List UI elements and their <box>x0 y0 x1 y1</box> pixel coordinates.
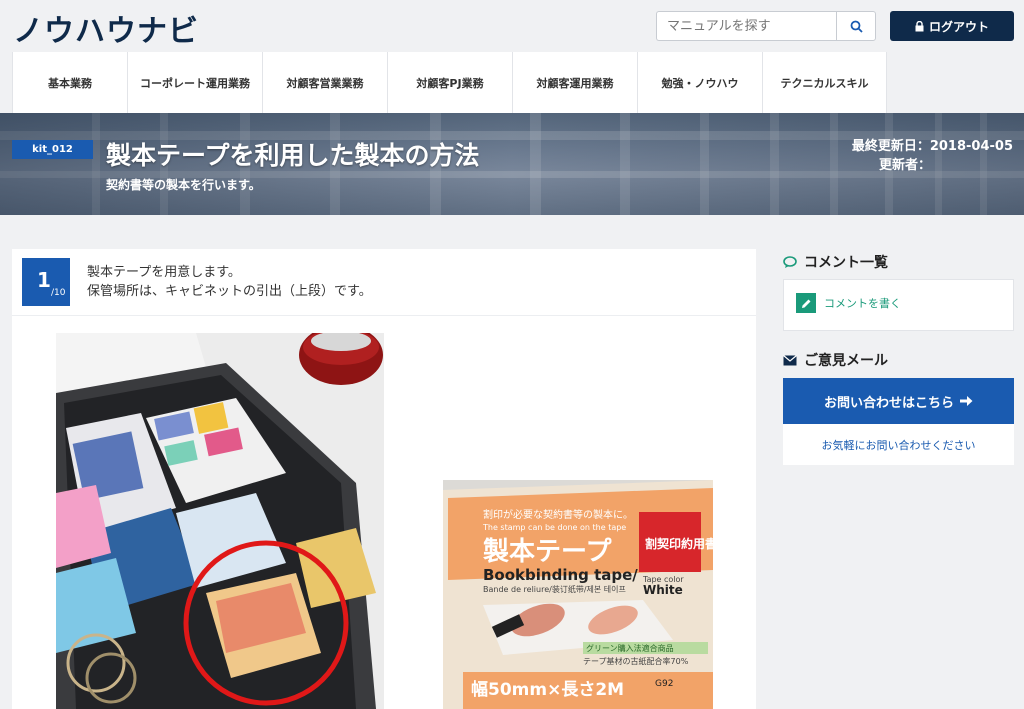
search-button[interactable] <box>836 11 876 41</box>
search-bar <box>656 11 876 41</box>
nav-item-study[interactable]: 勉強・ノウハウ <box>637 52 762 113</box>
step-number-badge: 1 /10 <box>22 258 70 306</box>
arrow-right-icon <box>960 396 973 406</box>
search-input[interactable] <box>656 11 836 41</box>
step-description: 製本テープを用意します。 保管場所は、キャビネットの引出（上段）です。 <box>87 263 372 301</box>
nav-item-sales[interactable]: 対顧客営業業務 <box>262 52 387 113</box>
tape-slogan: 割印が必要な契約書等の製本に。 <box>483 508 633 521</box>
nav-item-operation[interactable]: 対顧客運用業務 <box>512 52 637 113</box>
step-number: 1 <box>37 268 51 292</box>
nav-item-corporate[interactable]: コーポレート運用業務 <box>127 52 262 113</box>
tape-side-label: 割契印約用書 <box>645 536 713 551</box>
tape-english: Bookbinding tape/ <box>483 566 638 584</box>
step-header: 1 /10 製本テープを用意します。 保管場所は、キャビネットの引出（上段）です… <box>12 249 756 316</box>
search-icon <box>850 20 863 33</box>
write-comment-link[interactable]: コメントを書く <box>796 293 901 313</box>
updater: 更新者： <box>878 158 931 173</box>
comment-panel: コメントを書く <box>783 279 1014 331</box>
tape-size: 幅50mm×長さ2M <box>471 679 624 700</box>
pencil-icon <box>796 293 816 313</box>
tape-color-value: White <box>643 583 683 597</box>
logout-label: ログアウト <box>928 19 989 34</box>
drawer-photo[interactable] <box>56 333 384 709</box>
update-info: 最終更新日：2018-04-05 更新者： <box>852 137 1013 175</box>
tape-green-label: グリーン購入法適合商品 <box>586 643 674 653</box>
last-updated: 最終更新日：2018-04-05 <box>851 139 1013 154</box>
tape-code: G92 <box>655 679 673 689</box>
nav-item-pj[interactable]: 対顧客PJ業務 <box>387 52 512 113</box>
site-logo[interactable]: ノウハウナビ <box>13 6 199 50</box>
comments-heading: コメント一覧 <box>783 252 888 272</box>
mail-heading: ご意見メール <box>783 350 888 370</box>
page-subtitle: 契約書等の製本を行います。 <box>106 178 261 192</box>
tape-recycled: テープ基材の古紙配合率70% <box>583 656 689 666</box>
kit-id-badge: kit_012 <box>12 140 93 159</box>
tape-french: Bande de reliure/装订纸带/제본 테이프 <box>483 584 626 594</box>
write-comment-label: コメントを書く <box>824 297 901 310</box>
nav-item-basic[interactable]: 基本業務 <box>12 52 127 113</box>
tape-slogan-en: The stamp can be done on the tape <box>482 523 626 532</box>
speech-bubble-icon <box>783 256 797 268</box>
nav-item-technical[interactable]: テクニカルスキル <box>762 52 887 113</box>
tape-photo[interactable]: 割印が必要な契約書等の製本に。 The stamp can be done on… <box>443 480 713 709</box>
tape-photo-image: 割印が必要な契約書等の製本に。 The stamp can be done on… <box>443 480 713 709</box>
lock-icon <box>915 20 924 31</box>
mail-title: ご意見メール <box>804 353 888 369</box>
contact-button[interactable]: お問い合わせはこちら <box>783 378 1014 424</box>
drawer-photo-image <box>56 333 384 709</box>
logout-button[interactable]: ログアウト <box>890 11 1014 41</box>
contact-button-label: お問い合わせはこちら <box>823 395 954 411</box>
main-nav: 基本業務 コーポレート運用業務 対顧客営業業務 対顧客PJ業務 対顧客運用業務 … <box>12 52 887 113</box>
tape-product-name: 製本テープ <box>483 537 612 567</box>
envelope-icon <box>783 354 797 365</box>
site-header: ノウハウナビ ログアウト <box>0 0 1024 52</box>
step-line-1: 製本テープを用意します。 <box>87 265 241 280</box>
page-title: 製本テープを利用した製本の方法 <box>106 141 480 170</box>
comments-title: コメント一覧 <box>804 255 888 271</box>
step-line-2: 保管場所は、キャビネットの引出（上段）です。 <box>87 284 372 299</box>
contact-note: お気軽にお問い合わせください <box>783 424 1014 465</box>
step-total: /10 <box>51 288 66 298</box>
